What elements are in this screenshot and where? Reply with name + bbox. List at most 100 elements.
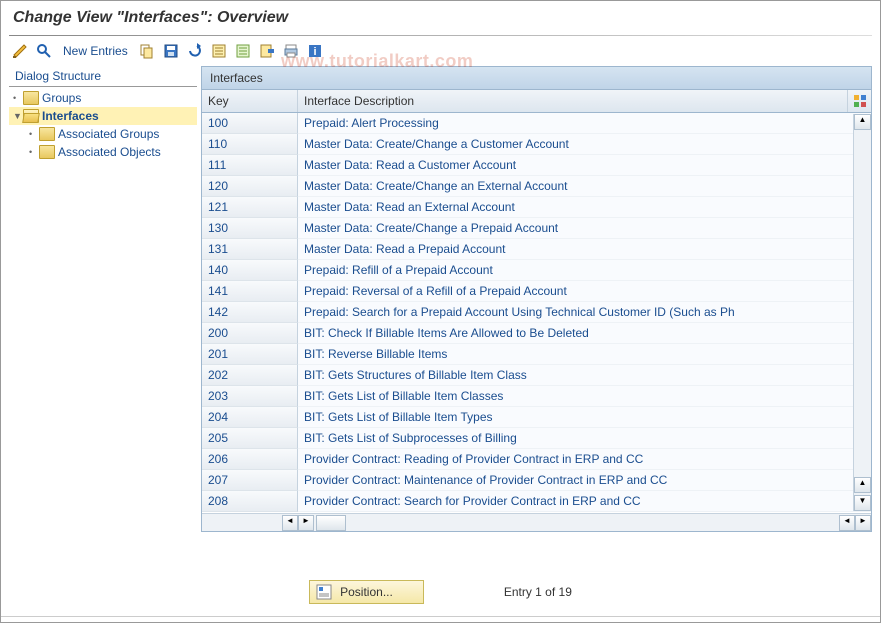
new-entries-button[interactable]: New Entries (63, 44, 128, 58)
tree-item-associated-objects[interactable]: • Associated Objects (9, 143, 197, 161)
scroll-up-alt-icon[interactable]: ▲ (854, 477, 871, 493)
table-row[interactable]: 201BIT: Reverse Billable Items (202, 344, 871, 365)
scroll-up-icon[interactable]: ▲ (854, 114, 871, 130)
cell-key[interactable]: 201 (202, 344, 298, 365)
cell-desc[interactable]: BIT: Gets List of Billable Item Classes (298, 386, 871, 407)
cell-desc[interactable]: Prepaid: Refill of a Prepaid Account (298, 260, 871, 281)
cell-desc[interactable]: Master Data: Read a Prepaid Account (298, 239, 871, 260)
bottom-border (1, 616, 880, 622)
cell-key[interactable]: 203 (202, 386, 298, 407)
table-row[interactable]: 200BIT: Check If Billable Items Are Allo… (202, 323, 871, 344)
table-row[interactable]: 140Prepaid: Refill of a Prepaid Account (202, 260, 871, 281)
cell-key[interactable]: 140 (202, 260, 298, 281)
scroll-thumb[interactable] (316, 515, 346, 531)
cell-key[interactable]: 208 (202, 491, 298, 512)
cell-desc[interactable]: BIT: Check If Billable Items Are Allowed… (298, 323, 871, 344)
bullet-icon: • (29, 147, 39, 157)
scroll-left2-icon[interactable]: ◄ (839, 515, 855, 531)
info-icon[interactable]: i (306, 42, 324, 60)
find-icon[interactable] (35, 42, 53, 60)
cell-key[interactable]: 130 (202, 218, 298, 239)
vertical-scrollbar[interactable]: ▲ ▲ ▼ (853, 114, 871, 511)
footer: Position... Entry 1 of 19 (1, 580, 880, 604)
cell-key[interactable]: 100 (202, 113, 298, 134)
tree-item-groups[interactable]: • Groups (9, 89, 197, 107)
table-settings-icon[interactable] (847, 90, 871, 112)
cell-key[interactable]: 207 (202, 470, 298, 491)
scroll-right2-icon[interactable]: ► (855, 515, 871, 531)
table-row[interactable]: 130Master Data: Create/Change a Prepaid … (202, 218, 871, 239)
cell-key[interactable]: 141 (202, 281, 298, 302)
table-row[interactable]: 131Master Data: Read a Prepaid Account (202, 239, 871, 260)
cell-desc[interactable]: BIT: Gets List of Billable Item Types (298, 407, 871, 428)
cell-desc[interactable]: Prepaid: Alert Processing (298, 113, 871, 134)
select-all-icon[interactable] (210, 42, 228, 60)
cell-desc[interactable]: Provider Contract: Reading of Provider C… (298, 449, 871, 470)
cell-desc[interactable]: Master Data: Read a Customer Account (298, 155, 871, 176)
table-row[interactable]: 111Master Data: Read a Customer Account (202, 155, 871, 176)
table-row[interactable]: 207Provider Contract: Maintenance of Pro… (202, 470, 871, 491)
table-row[interactable]: 100Prepaid: Alert Processing (202, 113, 871, 134)
table-row[interactable]: 204BIT: Gets List of Billable Item Types (202, 407, 871, 428)
cell-desc[interactable]: Prepaid: Reversal of a Refill of a Prepa… (298, 281, 871, 302)
arrow-down-icon: ▼ (13, 111, 23, 121)
cell-desc[interactable]: BIT: Reverse Billable Items (298, 344, 871, 365)
deselect-all-icon[interactable] (234, 42, 252, 60)
cell-key[interactable]: 121 (202, 197, 298, 218)
position-icon (316, 584, 332, 600)
position-button[interactable]: Position... (309, 580, 424, 604)
table-row[interactable]: 142Prepaid: Search for a Prepaid Account… (202, 302, 871, 323)
folder-open-icon (23, 109, 39, 123)
table-row[interactable]: 110Master Data: Create/Change a Customer… (202, 134, 871, 155)
delimit-icon[interactable] (258, 42, 276, 60)
copy-icon[interactable] (138, 42, 156, 60)
cell-key[interactable]: 205 (202, 428, 298, 449)
svg-text:i: i (313, 46, 316, 58)
cell-key[interactable]: 110 (202, 134, 298, 155)
folder-closed-icon (39, 127, 55, 141)
scroll-left-icon[interactable]: ◄ (282, 515, 298, 531)
table-row[interactable]: 202BIT: Gets Structures of Billable Item… (202, 365, 871, 386)
cell-desc[interactable]: BIT: Gets List of Subprocesses of Billin… (298, 428, 871, 449)
table-row[interactable]: 203BIT: Gets List of Billable Item Class… (202, 386, 871, 407)
cell-key[interactable]: 200 (202, 323, 298, 344)
table-row[interactable]: 206Provider Contract: Reading of Provide… (202, 449, 871, 470)
cell-desc[interactable]: Master Data: Create/Change a Customer Ac… (298, 134, 871, 155)
cell-desc[interactable]: Provider Contract: Search for Provider C… (298, 491, 871, 512)
tree-label: Associated Objects (58, 145, 161, 159)
bullet-icon: • (13, 93, 23, 103)
cell-desc[interactable]: Provider Contract: Maintenance of Provid… (298, 470, 871, 491)
cell-desc[interactable]: Master Data: Read an External Account (298, 197, 871, 218)
scroll-right-icon[interactable]: ► (298, 515, 314, 531)
horizontal-scrollbar[interactable]: ◄ ► ◄ ► (202, 513, 871, 531)
cell-desc[interactable]: BIT: Gets Structures of Billable Item Cl… (298, 365, 871, 386)
undo-icon[interactable] (186, 42, 204, 60)
scroll-track[interactable] (316, 515, 837, 531)
tree-item-associated-groups[interactable]: • Associated Groups (9, 125, 197, 143)
cell-desc[interactable]: Prepaid: Search for a Prepaid Account Us… (298, 302, 871, 323)
folder-closed-icon (39, 145, 55, 159)
table-row[interactable]: 205BIT: Gets List of Subprocesses of Bil… (202, 428, 871, 449)
print-icon[interactable] (282, 42, 300, 60)
cell-key[interactable]: 120 (202, 176, 298, 197)
toggle-display-icon[interactable] (11, 42, 29, 60)
cell-key[interactable]: 131 (202, 239, 298, 260)
cell-key[interactable]: 206 (202, 449, 298, 470)
cell-key[interactable]: 204 (202, 407, 298, 428)
scroll-down-icon[interactable]: ▼ (854, 495, 871, 511)
table-row[interactable]: 121Master Data: Read an External Account (202, 197, 871, 218)
table-row[interactable]: 141Prepaid: Reversal of a Refill of a Pr… (202, 281, 871, 302)
col-header-key[interactable]: Key (202, 90, 298, 112)
table-row[interactable]: 120Master Data: Create/Change an Externa… (202, 176, 871, 197)
tree: • Groups ▼ Interfaces • Associated Group… (9, 87, 197, 161)
cell-desc[interactable]: Master Data: Create/Change an External A… (298, 176, 871, 197)
cell-key[interactable]: 202 (202, 365, 298, 386)
table-row[interactable]: 208Provider Contract: Search for Provide… (202, 491, 871, 512)
save-icon[interactable] (162, 42, 180, 60)
cell-desc[interactable]: Master Data: Create/Change a Prepaid Acc… (298, 218, 871, 239)
toolbar: New Entries i (1, 36, 880, 66)
tree-item-interfaces[interactable]: ▼ Interfaces (9, 107, 197, 125)
cell-key[interactable]: 111 (202, 155, 298, 176)
col-header-desc[interactable]: Interface Description (298, 90, 847, 112)
cell-key[interactable]: 142 (202, 302, 298, 323)
